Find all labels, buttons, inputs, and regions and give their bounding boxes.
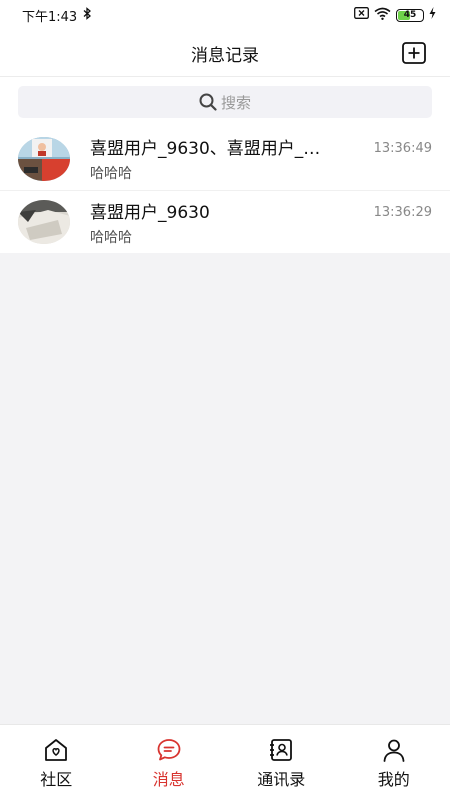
person-icon <box>383 739 405 762</box>
tab-me[interactable]: 我的 <box>338 725 450 800</box>
charging-icon <box>429 7 436 23</box>
status-bar: 下午1:43 45 <box>0 0 450 30</box>
chat-bubble-icon <box>157 739 181 761</box>
tab-community[interactable]: 社区 <box>0 725 113 800</box>
tab-messages[interactable]: 消息 <box>113 725 226 800</box>
tab-label: 我的 <box>377 770 410 789</box>
chat-item[interactable]: 喜盟用户_9630、喜盟用户_9630、喜盟用户... 哈哈哈 13:36:49 <box>0 127 450 190</box>
tab-label: 社区 <box>40 770 73 789</box>
status-time: 下午1:43 <box>22 9 78 25</box>
sim-disabled-icon <box>354 7 369 23</box>
avatar <box>18 136 70 181</box>
tab-label: 消息 <box>152 770 185 789</box>
search-input[interactable]: 搜索 <box>18 86 432 118</box>
chat-time: 13:36:49 <box>373 141 432 156</box>
tab-contacts[interactable]: 通讯录 <box>225 725 338 800</box>
search-bar: 搜索 <box>0 77 450 127</box>
plus-square-icon <box>402 42 426 64</box>
contacts-book-icon <box>270 739 293 761</box>
chat-name: 喜盟用户_9630、喜盟用户_9630、喜盟用户... <box>90 139 330 159</box>
avatar <box>18 200 70 244</box>
page-title: 消息记录 <box>191 45 259 66</box>
bottom-tab-bar: 社区 消息 通讯录 我的 <box>0 724 450 800</box>
chat-time: 13:36:29 <box>373 205 432 220</box>
chat-preview: 哈哈哈 <box>90 166 132 182</box>
chat-preview: 哈哈哈 <box>90 229 132 246</box>
search-placeholder: 搜索 <box>220 93 251 112</box>
bluetooth-icon <box>83 6 92 24</box>
add-button[interactable] <box>402 42 426 64</box>
chat-item[interactable]: 喜盟用户_9630 哈哈哈 13:36:29 <box>0 190 450 253</box>
chat-name: 喜盟用户_9630 <box>90 202 210 223</box>
battery-percent: 45 <box>403 9 417 20</box>
battery-indicator: 45 <box>396 8 424 22</box>
wifi-icon <box>374 7 391 24</box>
header: 消息记录 <box>0 30 450 77</box>
home-heart-icon <box>45 739 68 761</box>
search-icon <box>199 93 217 111</box>
chat-list: 喜盟用户_9630、喜盟用户_9630、喜盟用户... 哈哈哈 13:36:49… <box>0 127 450 253</box>
tab-label: 通讯录 <box>257 770 306 789</box>
